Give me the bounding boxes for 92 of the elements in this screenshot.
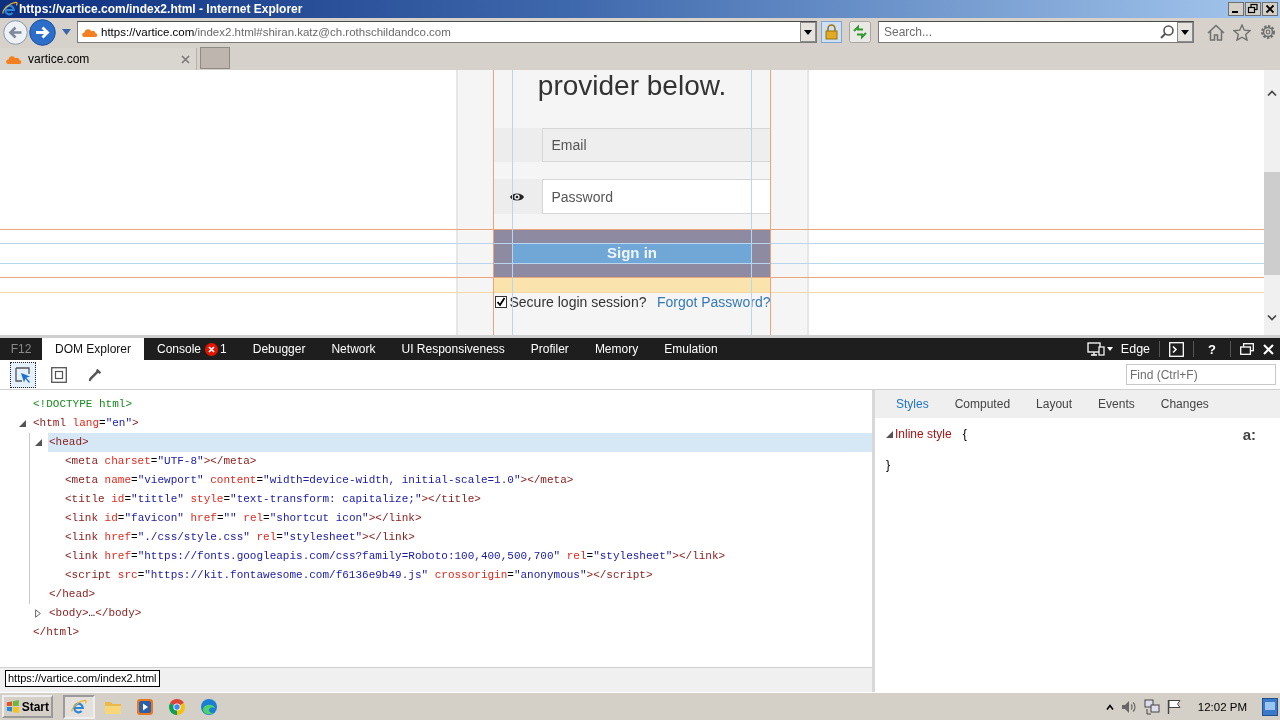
square-icon: [51, 366, 67, 383]
window-title: https://vartice.com/index2.html - Internet Explorer: [19, 2, 303, 16]
console-icon[interactable]: [1169, 341, 1185, 357]
dom-node[interactable]: <script src="https://kit.fontawesome.com/f6136e9b49.js" crossorigin="anonymous"></script>: [64, 566, 654, 585]
devtools-tab[interactable]: Profiler: [517, 338, 582, 360]
dom-node[interactable]: <!DOCTYPE html>: [32, 395, 134, 414]
caret-icon[interactable]: [62, 29, 71, 35]
find-field[interactable]: Find (Ctrl+F): [1126, 364, 1276, 385]
media-player-icon: [137, 698, 153, 715]
dom-node[interactable]: <head>: [48, 433, 872, 452]
undock-icon[interactable]: [1240, 343, 1254, 355]
dom-node[interactable]: <link id="favicon" href="" rel="shortcut icon"></link>: [64, 509, 423, 528]
browser-logo-icon: [2, 1, 18, 17]
scroll-up-icon[interactable]: [1267, 90, 1277, 96]
windows-flag-icon: [6, 699, 20, 714]
scrollbar-thumb[interactable]: [1264, 172, 1280, 275]
close-icon[interactable]: [1262, 2, 1278, 16]
styles-tab[interactable]: Styles: [883, 397, 942, 411]
input-addon: [493, 128, 542, 162]
disclosure-triangle-icon[interactable]: [19, 420, 26, 427]
restore-icon[interactable]: [1245, 2, 1261, 16]
styles-tab[interactable]: Events: [1085, 397, 1148, 411]
pointer-box-icon: [15, 366, 31, 383]
eyedropper-icon: [88, 367, 102, 382]
browser-icon: [71, 698, 87, 715]
home-icon[interactable]: [1207, 23, 1225, 41]
settings-icon[interactable]: [1259, 23, 1277, 41]
checkbox[interactable]: [494, 296, 507, 308]
help-button[interactable]: ?: [1203, 341, 1221, 357]
folder-icon: [105, 699, 121, 714]
forward-icon[interactable]: [29, 18, 56, 46]
dom-node[interactable]: </head>: [48, 585, 97, 604]
dom-node[interactable]: <link href="https://fonts.googleapis.com/css?family=Roboto:100,400,500,700" rel="stylesheet"></link>: [64, 547, 727, 566]
taskbar-button[interactable]: [63, 694, 95, 719]
devtools-tab[interactable]: DOM Explorer: [42, 338, 144, 360]
caret-icon: [1106, 347, 1113, 351]
styles-tab[interactable]: Layout: [1023, 397, 1086, 411]
search-icon[interactable]: [1160, 25, 1174, 39]
refresh-icon[interactable]: [849, 21, 871, 43]
flag-icon[interactable]: [1166, 699, 1181, 714]
devtools-tab[interactable]: UI Responsiveness: [388, 338, 518, 360]
cloud-icon: [6, 54, 22, 64]
style-selector[interactable]: Inline style: [895, 427, 952, 441]
clock[interactable]: 12:02 PM: [1197, 700, 1247, 713]
scroll-down-icon[interactable]: [1267, 315, 1277, 321]
devtools-tab[interactable]: Debugger: [239, 338, 319, 360]
disclosure-triangle-icon[interactable]: [886, 430, 893, 438]
monitor-icon: [1086, 342, 1105, 356]
dom-node[interactable]: <title id="tittle" style="text-transform: capitalize;"></title>: [64, 490, 482, 509]
speaker-icon[interactable]: [1120, 699, 1137, 714]
status-tooltip: https://vartice.com/index2.html: [5, 670, 160, 687]
error-count: 1: [220, 342, 227, 356]
search-field[interactable]: Search...: [878, 21, 1194, 43]
heading: provider below.: [536, 70, 728, 102]
checkbox-label: Secure login session?: [509, 294, 647, 310]
devtools-tab[interactable]: Network: [318, 338, 389, 360]
forgot-password-link[interactable]: Forgot Password?: [656, 294, 771, 310]
minimize-icon[interactable]: [1228, 2, 1244, 16]
disclosure-triangle-icon[interactable]: [35, 439, 42, 446]
cloud-icon: [82, 27, 98, 37]
email-field[interactable]: Email: [541, 128, 771, 162]
start-button[interactable]: Start: [2, 695, 53, 718]
dom-node[interactable]: <meta charset="UTF-8"></meta>: [64, 452, 258, 471]
devtools-tab[interactable]: Emulation: [651, 338, 731, 360]
pseudo-class-toggle[interactable]: a:: [1242, 425, 1256, 443]
star-icon[interactable]: [1233, 23, 1251, 41]
dom-node[interactable]: </html>: [32, 623, 81, 642]
lock-icon[interactable]: [821, 21, 842, 43]
styles-tab[interactable]: Computed: [941, 397, 1024, 411]
brace: {: [962, 427, 967, 441]
dom-node[interactable]: <html lang="en">: [32, 414, 140, 433]
styles-tab[interactable]: Changes: [1147, 397, 1222, 411]
scrollbar[interactable]: [1264, 70, 1280, 335]
devtools-tab[interactable]: Console 1: [144, 338, 240, 360]
back-icon[interactable]: [3, 19, 28, 45]
devtools-label: F12: [9, 341, 33, 358]
network-icon[interactable]: [1143, 698, 1160, 715]
dom-node[interactable]: <meta name="viewport" content="width=device-width, initial-scale=1.0"></meta>: [64, 471, 575, 490]
browser-icon: [169, 698, 185, 715]
show-desktop-icon[interactable]: [1262, 697, 1278, 716]
document-mode-dropdown[interactable]: Edge: [1086, 342, 1151, 356]
browser-icon: [201, 698, 217, 715]
dom-node[interactable]: <body>…</body>: [48, 604, 143, 623]
dom-node[interactable]: <link href="./css/style.css" rel="stylesheet"></link>: [64, 528, 416, 547]
error-icon: [205, 342, 219, 356]
password-field[interactable]: Password: [541, 179, 771, 214]
devtools-tab[interactable]: Memory: [581, 338, 652, 360]
disclosure-triangle-icon[interactable]: [35, 609, 41, 618]
address-field[interactable]: https://vartice.com/index2.html#shiran.katz@ch.rothschildandco.com: [77, 21, 817, 43]
brace: }: [886, 458, 891, 472]
tool-button[interactable]: [10, 361, 36, 388]
browser-tab[interactable]: vartice.com: [0, 48, 197, 70]
